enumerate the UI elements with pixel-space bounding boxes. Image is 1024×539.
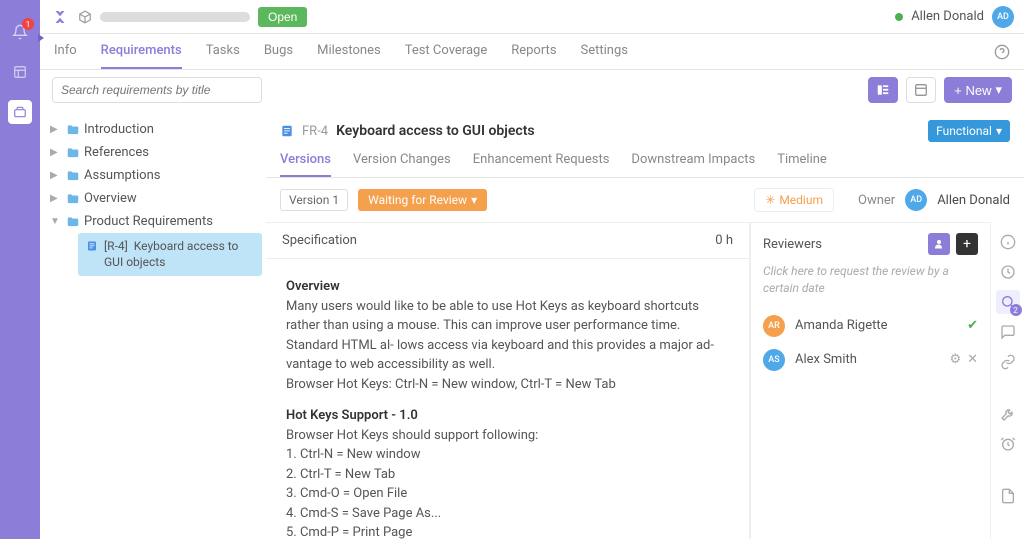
- reviewer-name: Alex Smith: [795, 352, 857, 367]
- chevron-down-icon: ▾: [996, 124, 1002, 138]
- chevron-down-icon: ▾: [471, 193, 477, 207]
- subtab-version-changes[interactable]: Version Changes: [353, 152, 451, 177]
- spec-body[interactable]: Overview Many users would like to be abl…: [266, 259, 749, 539]
- open-button[interactable]: Open: [258, 7, 307, 27]
- owner-avatar[interactable]: AD: [905, 189, 927, 211]
- subtab-enhancement-requests[interactable]: Enhancement Requests: [473, 152, 610, 177]
- current-user-name: Allen Donald: [911, 9, 984, 24]
- chevron-down-icon: ▾: [995, 82, 1002, 98]
- alarm-icon[interactable]: [996, 432, 1020, 456]
- requirement-title: Keyboard access to GUI objects: [336, 123, 535, 139]
- tab-requirements[interactable]: Requirements: [101, 34, 182, 69]
- folder-icon: [66, 146, 80, 160]
- reviewers-panel: Reviewers + Click here to request the re…: [750, 222, 990, 539]
- tab-info[interactable]: Info: [54, 34, 77, 69]
- notification-badge: 1: [22, 18, 34, 30]
- view-list-button[interactable]: [868, 77, 898, 103]
- tree-item-assumptions[interactable]: ▶Assumptions: [44, 164, 262, 187]
- reviewer-user-icon[interactable]: [928, 233, 950, 255]
- document-icon: [86, 240, 98, 252]
- version-selector[interactable]: Version 1: [280, 189, 348, 211]
- tree-item-overview[interactable]: ▶Overview: [44, 187, 262, 210]
- review-hint[interactable]: Click here to request the review by a ce…: [763, 263, 978, 297]
- folder-icon: [66, 169, 80, 183]
- requirements-tree: ▶Introduction ▶References ▶Assumptions ▶…: [40, 110, 266, 539]
- tab-test-coverage[interactable]: Test Coverage: [405, 34, 488, 69]
- subtab-timeline[interactable]: Timeline: [777, 152, 827, 177]
- folder-icon: [66, 192, 80, 206]
- spec-hours: 0 h: [715, 233, 733, 248]
- status-badge[interactable]: Waiting for Review ▾: [358, 189, 487, 211]
- chevron-right-icon: ▶: [50, 124, 62, 135]
- priority-badge[interactable]: ✳ Medium: [754, 188, 834, 212]
- requirement-id: FR-4: [302, 124, 328, 139]
- search-input[interactable]: [52, 77, 262, 103]
- owner-name: Allen Donald: [937, 193, 1010, 208]
- project-icon[interactable]: [78, 10, 92, 24]
- tree-item-references[interactable]: ▶References: [44, 141, 262, 164]
- wrench-icon[interactable]: [996, 402, 1020, 426]
- detail-subtabs: Versions Version Changes Enhancement Req…: [266, 142, 1024, 178]
- remove-icon[interactable]: ✕: [967, 352, 978, 367]
- tree-item-introduction[interactable]: ▶Introduction: [44, 118, 262, 141]
- subtab-versions[interactable]: Versions: [280, 152, 331, 177]
- add-reviewer-button[interactable]: +: [956, 233, 978, 255]
- help-icon[interactable]: [994, 44, 1010, 60]
- requirement-detail: FR-4 Keyboard access to GUI objects Func…: [266, 110, 1024, 539]
- subtab-downstream-impacts[interactable]: Downstream Impacts: [631, 152, 755, 177]
- search-badge: 2: [1010, 304, 1022, 316]
- presence-indicator-icon: [895, 13, 903, 21]
- reviewer-row[interactable]: AR Amanda Rigette ✔: [763, 309, 978, 343]
- topbar: Open Allen Donald AD: [40, 0, 1024, 34]
- info-icon[interactable]: [996, 230, 1020, 254]
- user-avatar[interactable]: AD: [992, 6, 1014, 28]
- file-icon[interactable]: [996, 484, 1020, 508]
- tab-settings[interactable]: Settings: [581, 34, 628, 69]
- notifications-icon[interactable]: 1: [8, 20, 32, 44]
- folder-icon: [66, 215, 80, 229]
- reviewer-row[interactable]: AS Alex Smith ⚙ ✕: [763, 343, 978, 377]
- chevron-right-icon: ▶: [50, 147, 62, 158]
- reviewers-title: Reviewers: [763, 237, 922, 252]
- gear-icon[interactable]: ⚙: [949, 352, 961, 367]
- type-badge[interactable]: Functional ▾: [928, 120, 1010, 142]
- document-icon: [280, 124, 294, 138]
- folder-icon: [66, 123, 80, 137]
- chevron-down-icon: ▼: [50, 216, 62, 227]
- reviewer-avatar: AR: [763, 315, 785, 337]
- left-nav-rail: 1: [0, 0, 40, 539]
- tab-bugs[interactable]: Bugs: [264, 34, 293, 69]
- owner-label: Owner: [858, 193, 895, 208]
- right-rail: 2: [990, 222, 1024, 539]
- comment-icon[interactable]: [996, 320, 1020, 344]
- inbox-icon[interactable]: [8, 100, 32, 124]
- priority-icon: ✳: [765, 193, 775, 207]
- check-icon: ✔: [967, 318, 978, 333]
- chevron-right-icon: ▶: [50, 193, 62, 204]
- tree-leaf-r4[interactable]: [R-4] Keyboard access to GUI objects: [78, 233, 262, 276]
- breadcrumb-placeholder: [100, 12, 250, 22]
- reviewer-avatar: AS: [763, 349, 785, 371]
- tab-reports[interactable]: Reports: [511, 34, 556, 69]
- dashboard-icon[interactable]: [8, 60, 32, 84]
- tab-milestones[interactable]: Milestones: [317, 34, 381, 69]
- reviewer-name: Amanda Rigette: [795, 318, 888, 333]
- main-tabs: Info Requirements Tasks Bugs Milestones …: [40, 34, 1024, 70]
- chevron-right-icon: ▶: [50, 170, 62, 181]
- tab-tasks[interactable]: Tasks: [206, 34, 240, 69]
- link-icon[interactable]: [996, 350, 1020, 374]
- view-card-button[interactable]: [906, 77, 936, 103]
- search-rail-icon[interactable]: 2: [996, 290, 1020, 314]
- app-logo-icon[interactable]: [50, 7, 70, 27]
- tree-item-product-requirements[interactable]: ▼Product Requirements: [44, 210, 262, 233]
- spec-label: Specification: [282, 233, 357, 248]
- history-icon[interactable]: [996, 260, 1020, 284]
- new-button[interactable]: + New ▾: [944, 77, 1012, 103]
- toolbar: + New ▾: [40, 70, 1024, 110]
